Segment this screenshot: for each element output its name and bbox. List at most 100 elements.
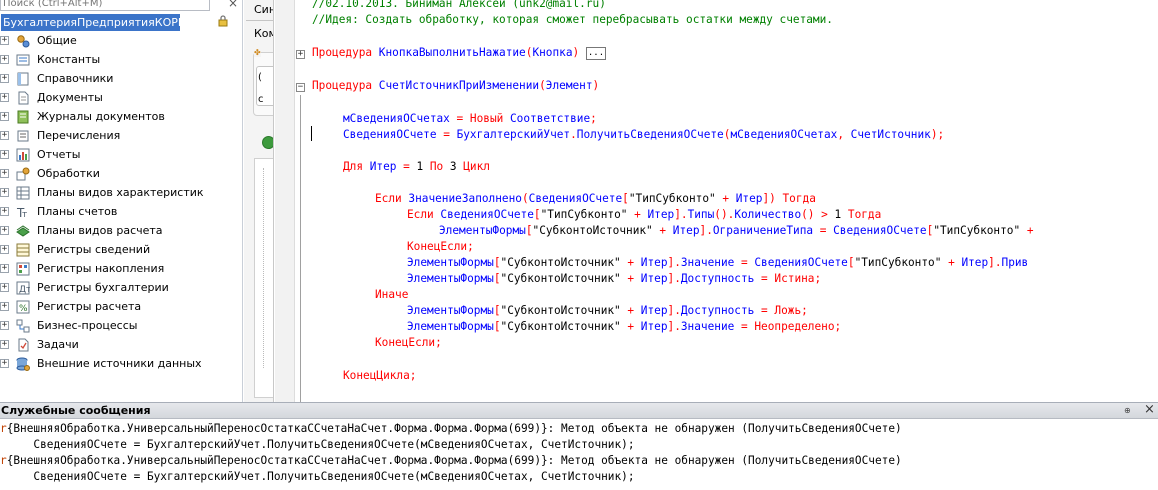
tree-search-input[interactable] bbox=[0, 0, 210, 11]
code-token: ; bbox=[801, 304, 808, 317]
code-line[interactable]: ЭлементыФормы["СубконтоИсточник" + Итер]… bbox=[407, 255, 1028, 271]
tree-item[interactable]: + Дт Регистры бухгалтерии bbox=[0, 279, 240, 298]
svg-text:т: т bbox=[22, 210, 27, 219]
code-line[interactable]: СведенияОСчете = БухгалтерскийУчет.Получ… bbox=[343, 127, 944, 143]
tree-item[interactable]: +% Регистры расчета bbox=[0, 298, 240, 317]
code-line[interactable]: Процедура СчетИсточникПриИзменении(Элеме… bbox=[312, 78, 599, 94]
collapse-procedure-icon[interactable]: − bbox=[296, 83, 305, 92]
code-line[interactable]: КонецЕсли; bbox=[407, 239, 474, 255]
gear-small-icon: ✤ bbox=[254, 48, 261, 57]
code-token: Кнопка bbox=[532, 46, 573, 59]
expand-icon[interactable]: + bbox=[0, 283, 9, 292]
tree-item-label: Бизнес-процессы bbox=[37, 319, 138, 332]
tree-item[interactable]: + Справочники bbox=[0, 70, 240, 89]
information-registers-icon bbox=[16, 243, 30, 257]
code-line[interactable]: КонецЕсли; bbox=[375, 335, 442, 351]
tree-item[interactable]: + Внешние источники данных bbox=[0, 355, 240, 374]
collapsed-block-marker[interactable]: ... bbox=[585, 47, 607, 60]
tree-item-label: Справочники bbox=[37, 72, 114, 85]
tree-item-label: Документы bbox=[37, 91, 103, 104]
code-token: ЭлементыФормы bbox=[407, 256, 494, 269]
expand-icon[interactable]: + bbox=[0, 74, 9, 83]
module-code-editor[interactable]: //02.10.2013. Биниман Алексей (unk2@mail… bbox=[275, 0, 1158, 402]
code-token: "СубконтоИсточник" bbox=[500, 320, 621, 333]
tree-root-configuration[interactable]: БухгалтерияПредприятияКОРП bbox=[0, 14, 240, 31]
expand-icon[interactable]: + bbox=[0, 55, 9, 64]
add-element-icon[interactable] bbox=[262, 136, 273, 149]
tree-item-label: Внешние источники данных bbox=[37, 357, 202, 370]
tree-item[interactable]: + Тт Планы счетов bbox=[0, 203, 240, 222]
tree-item[interactable]: + Планы видов расчета bbox=[0, 222, 240, 241]
expand-icon[interactable]: + bbox=[0, 302, 9, 311]
code-line[interactable]: Если ЗначениеЗаполнено(СведенияОСчете["Т… bbox=[375, 191, 816, 207]
tree-item[interactable]: + Задачи bbox=[0, 336, 240, 355]
expand-icon[interactable]: + bbox=[0, 359, 9, 368]
message-line[interactable]: r{ВнешняяОбработка.УниверсальныйПереносО… bbox=[0, 453, 902, 469]
code-token: "ТипСубконто" bbox=[540, 208, 628, 221]
service-messages-panel: Служебные сообщения ⊕ × r{ВнешняяОбработ… bbox=[0, 402, 1158, 490]
code-line[interactable]: Процедура КнопкаВыполнитьНажатие(Кнопка)… bbox=[312, 45, 607, 61]
expand-icon[interactable]: + bbox=[0, 245, 9, 254]
message-line[interactable]: СведенияОСчете = БухгалтерскийУчет.Получ… bbox=[0, 437, 634, 453]
tree-item[interactable]: + Перечисления bbox=[0, 127, 240, 146]
tree-item[interactable]: + Обработки bbox=[0, 165, 240, 184]
expand-icon[interactable]: + bbox=[0, 36, 9, 45]
tree-item[interactable]: + Бизнес-процессы bbox=[0, 317, 240, 336]
expand-icon[interactable]: + bbox=[0, 169, 9, 178]
expand-icon[interactable]: + bbox=[0, 264, 9, 273]
code-line[interactable]: Если СведенияОСчете["ТипСубконто" + Итер… bbox=[407, 207, 881, 223]
tab-commands[interactable]: Ком bbox=[246, 24, 273, 45]
tree-item[interactable]: + Константы bbox=[0, 51, 240, 70]
tasks-icon bbox=[18, 338, 29, 352]
code-line[interactable]: ЭлементыФормы["СубконтоИсточник" + Итер]… bbox=[439, 223, 1040, 239]
catalogs-icon bbox=[17, 72, 29, 86]
code-line[interactable]: Для Итер = 1 По 3 Цикл bbox=[343, 159, 490, 175]
journals-icon bbox=[17, 110, 29, 124]
tree-item[interactable]: + Отчеты bbox=[0, 146, 240, 165]
error-icon: r bbox=[0, 422, 7, 435]
expand-icon[interactable]: + bbox=[0, 188, 9, 197]
tree-item[interactable]: + Журналы документов bbox=[0, 108, 240, 127]
code-token: СчетИсточник bbox=[850, 128, 931, 141]
expand-icon[interactable]: + bbox=[0, 112, 9, 121]
code-token: Неопределено bbox=[754, 320, 835, 333]
tree-item[interactable]: + Документы bbox=[0, 89, 240, 108]
close-icon[interactable]: × bbox=[1144, 402, 1155, 417]
expand-procedure-icon[interactable]: + bbox=[296, 50, 305, 59]
code-token: ЭлементыФормы bbox=[407, 272, 494, 285]
code-line[interactable]: ЭлементыФормы["СубконтоИсточник" + Итер]… bbox=[407, 271, 821, 287]
expand-icon[interactable]: + bbox=[0, 321, 9, 330]
code-line[interactable]: мСведенияОСчетах = Новый Соответствие; bbox=[343, 111, 597, 127]
tab-sync[interactable]: Син bbox=[246, 0, 273, 21]
code-token: 3 bbox=[449, 160, 457, 173]
code-token: По bbox=[423, 160, 450, 173]
code-line[interactable]: //Идея: Создать обработку, которая сможе… bbox=[312, 12, 833, 28]
code-token: Итер bbox=[640, 320, 668, 333]
message-line[interactable]: r{ВнешняяОбработка.УниверсальныйПереносО… bbox=[0, 421, 902, 437]
tree-item-label: Регистры расчета bbox=[37, 300, 142, 313]
expand-icon[interactable]: + bbox=[0, 93, 9, 102]
expand-icon[interactable]: + bbox=[0, 207, 9, 216]
tree-item[interactable]: + Регистры накопления bbox=[0, 260, 240, 279]
code-token: Доступность bbox=[680, 272, 755, 285]
close-icon[interactable]: × bbox=[228, 0, 238, 9]
code-line[interactable]: ЭлементыФормы["СубконтоИсточник" + Итер]… bbox=[407, 319, 841, 335]
message-line[interactable]: СведенияОСчете = БухгалтерскийУчет.Получ… bbox=[0, 469, 634, 485]
constants-icon bbox=[16, 54, 30, 66]
code-line[interactable]: Иначе bbox=[375, 287, 408, 303]
code-line[interactable]: КонецЦикла; bbox=[343, 368, 416, 384]
tree-item[interactable]: + Общие bbox=[0, 32, 240, 51]
expand-icon[interactable]: + bbox=[0, 150, 9, 159]
expand-icon[interactable]: + bbox=[0, 226, 9, 235]
code-line[interactable]: ЭлементыФормы["СубконтоИсточник" + Итер]… bbox=[407, 303, 808, 319]
tree-item[interactable]: + Планы видов характеристик bbox=[0, 184, 240, 203]
expand-icon[interactable]: + bbox=[0, 340, 9, 349]
svg-text:Дт: Дт bbox=[19, 285, 30, 295]
code-token: КонецЦикла bbox=[343, 369, 410, 382]
tree-root-label[interactable]: БухгалтерияПредприятияКОРП bbox=[1, 14, 186, 31]
expand-icon[interactable]: + bbox=[0, 131, 9, 140]
pin-icon[interactable]: ⊕ bbox=[1124, 406, 1131, 415]
code-line[interactable]: //02.10.2013. Биниман Алексей (unk2@mail… bbox=[312, 0, 606, 12]
tree-item[interactable]: + Регистры сведений bbox=[0, 241, 240, 260]
